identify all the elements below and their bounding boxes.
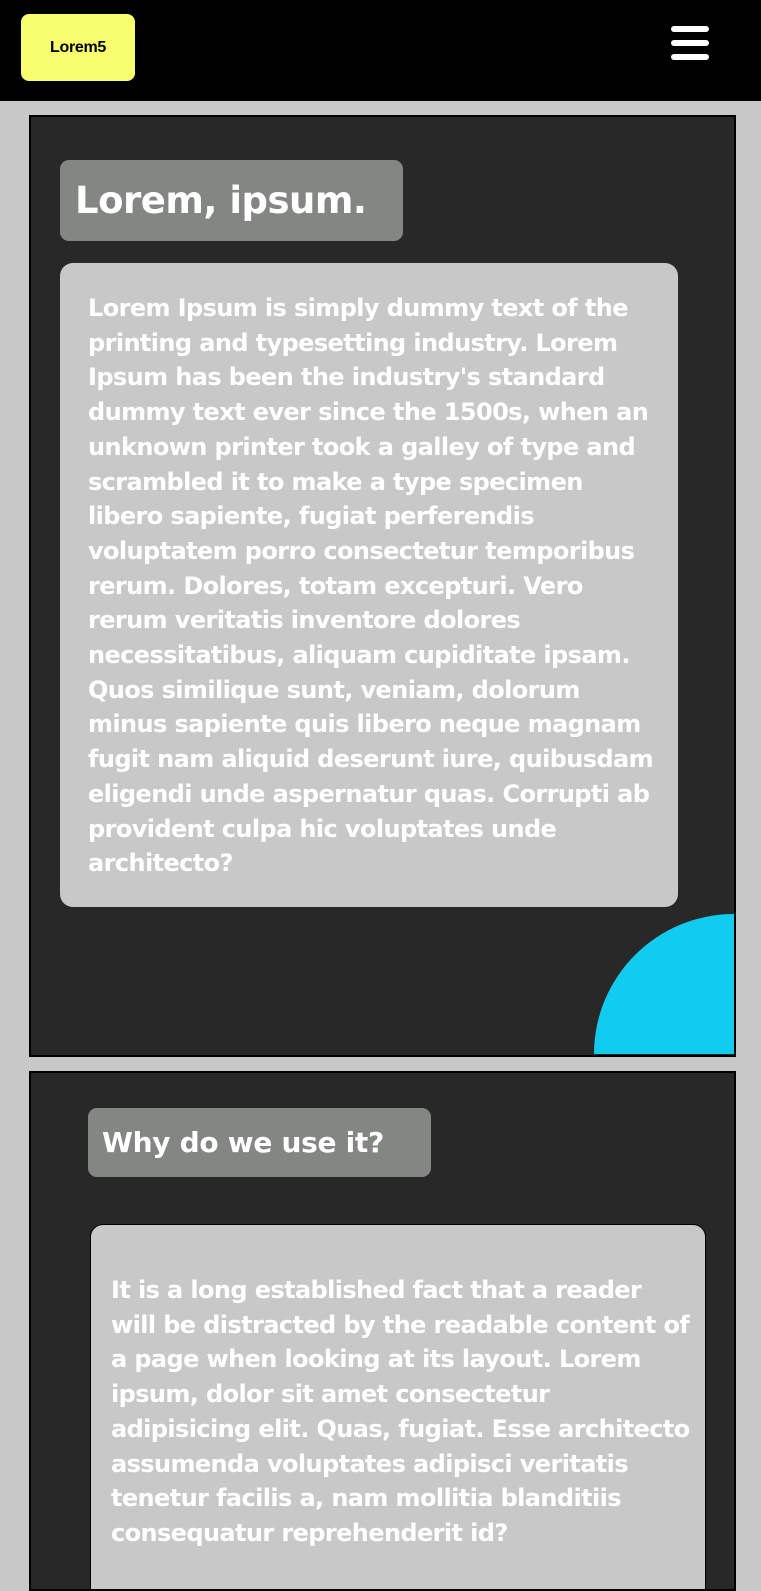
top-navbar: Lorem5 — [0, 0, 761, 101]
section-title: Lorem, ipsum. — [60, 160, 403, 241]
hamburger-menu-icon[interactable] — [668, 24, 712, 62]
section-title: Why do we use it? — [88, 1108, 431, 1177]
section-body-text: Lorem Ipsum is simply dummy text of the … — [60, 263, 678, 907]
menu-bar-bottom — [671, 54, 709, 60]
logo-button[interactable]: Lorem5 — [21, 14, 135, 81]
menu-bar-middle — [671, 40, 709, 46]
content-card-1: Lorem, ipsum. Lorem Ipsum is simply dumm… — [29, 115, 736, 1057]
menu-bar-top — [671, 26, 709, 32]
content-card-2: Why do we use it? It is a long establish… — [29, 1071, 736, 1591]
decorative-quarter-circle — [594, 914, 734, 1054]
section-body-text: It is a long established fact that a rea… — [90, 1224, 706, 1589]
